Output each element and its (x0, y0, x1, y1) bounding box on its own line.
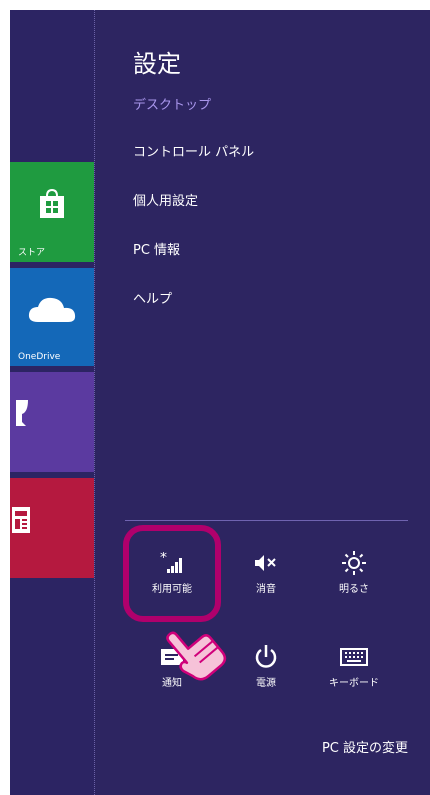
power-label: 電源 (256, 678, 276, 689)
menu-item-control-panel[interactable]: コントロール パネル (133, 143, 254, 192)
mute-label: 消音 (256, 584, 276, 595)
menu-item-help[interactable]: ヘルプ (133, 290, 254, 339)
tile-onedrive-label: OneDrive (18, 352, 61, 362)
tile-store[interactable]: ストア (10, 162, 94, 262)
keyboard-icon (318, 642, 390, 672)
pointing-hand-icon (165, 618, 229, 692)
settings-subtitle: デスクトップ (133, 98, 212, 113)
page-title: 設定 (133, 50, 181, 78)
pc-settings-link[interactable]: PC 設定の変更 (322, 737, 408, 756)
tile-trophy[interactable] (10, 372, 94, 472)
tile-onedrive[interactable]: OneDrive (10, 268, 94, 366)
power-icon (230, 642, 302, 672)
cloud-icon (26, 294, 78, 328)
news-icon (12, 505, 32, 539)
tile-news[interactable] (10, 478, 94, 578)
brightness-label: 明るさ (339, 584, 369, 595)
settings-charm-panel: 設定 デスクトップ コントロール パネル 個人用設定 PC 情報 ヘルプ * 利… (94, 10, 430, 795)
mute-icon (230, 548, 302, 578)
keyboard-label: キーボード (329, 678, 379, 689)
menu-item-personalization[interactable]: 個人用設定 (133, 192, 254, 241)
brightness-button[interactable]: 明るさ (318, 548, 390, 595)
tile-store-label: ストア (18, 248, 46, 258)
settings-menu: コントロール パネル 個人用設定 PC 情報 ヘルプ (133, 143, 254, 339)
menu-item-pc-info[interactable]: PC 情報 (133, 241, 254, 290)
highlight-ring (123, 525, 221, 622)
store-icon (37, 188, 67, 224)
start-screen: ストア OneDrive (10, 10, 94, 795)
divider (125, 520, 408, 521)
trophy-icon (16, 396, 32, 436)
screen: ストア OneDrive 設定 デスクトップ コントロール パネル 個人用設定 … (10, 10, 430, 795)
brightness-icon (318, 548, 390, 578)
mute-button[interactable]: 消音 (230, 548, 302, 595)
power-button[interactable]: 電源 (230, 642, 302, 689)
keyboard-button[interactable]: キーボード (318, 642, 390, 689)
